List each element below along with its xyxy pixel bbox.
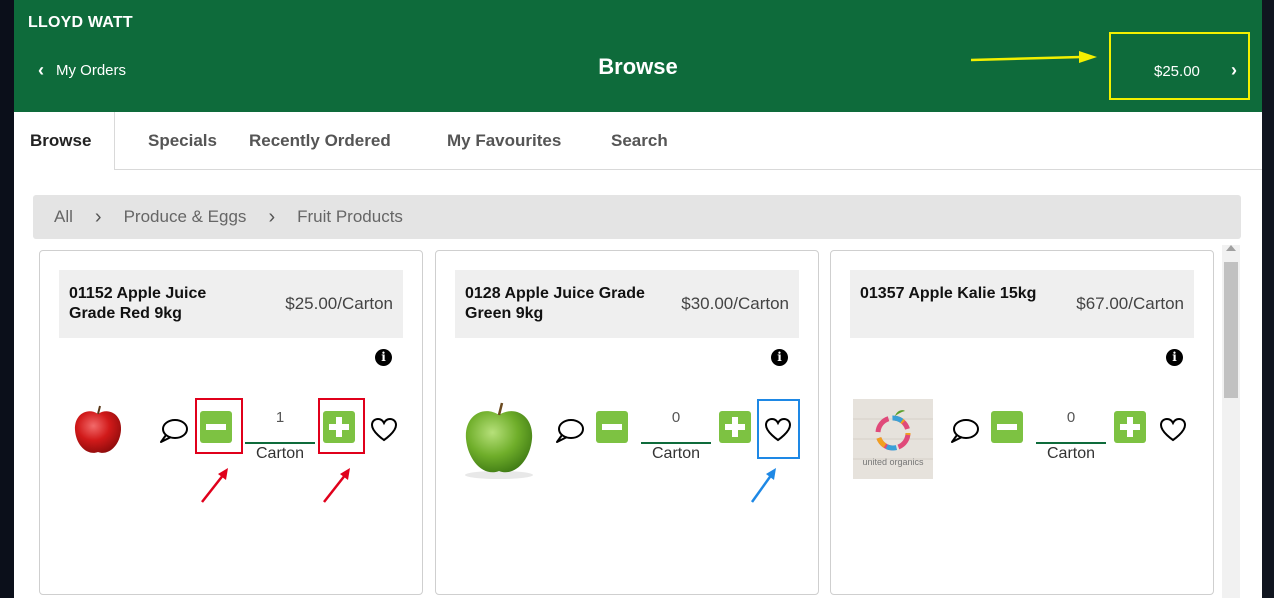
quantity-value[interactable]: 1 — [246, 409, 314, 426]
logo-text: united organics — [862, 457, 924, 467]
chevron-right-icon: › — [268, 205, 276, 228]
product-header: 01152 Apple Juice Grade Red 9kg $25.00/C… — [59, 270, 403, 338]
plus-icon-vertical — [732, 417, 738, 437]
decrease-quantity-button[interactable] — [596, 411, 628, 443]
increase-quantity-button[interactable] — [719, 411, 751, 443]
tab-bar: Browse Specials Recently Ordered My Favo… — [14, 112, 1262, 170]
quantity-unit: Carton — [1046, 445, 1096, 462]
info-icon[interactable]: i — [375, 349, 392, 366]
product-card: 01357 Apple Kalie 15kg $67.00/Carton i u… — [830, 250, 1214, 595]
tab-search[interactable]: Search — [611, 112, 668, 169]
product-image-united-organics-logo: united organics — [853, 399, 933, 479]
desktop-edge-left — [0, 0, 14, 598]
product-name: 0128 Apple Juice Grade Green 9kg — [465, 285, 645, 322]
quantity-unit: Carton — [255, 445, 305, 462]
quantity-unit: Carton — [651, 445, 701, 462]
quantity-value[interactable]: 0 — [642, 409, 710, 426]
breadcrumb-all[interactable]: All — [54, 207, 73, 227]
scrollbar-thumb[interactable] — [1224, 262, 1238, 398]
info-icon[interactable]: i — [1166, 349, 1183, 366]
plus-icon-vertical — [1127, 417, 1133, 437]
desktop-edge-right — [1262, 0, 1274, 598]
red-highlight-minus — [195, 398, 243, 454]
quantity-underline — [1036, 442, 1106, 444]
tab-specials[interactable]: Specials — [148, 112, 217, 169]
breadcrumb-produce-eggs[interactable]: Produce & Eggs — [124, 207, 247, 227]
increase-quantity-button[interactable] — [1114, 411, 1146, 443]
minus-icon — [602, 424, 622, 430]
product-price: $67.00/Carton — [1076, 294, 1184, 313]
product-image-red-apple — [74, 405, 122, 453]
chevron-right-icon: › — [94, 205, 102, 228]
quantity-value[interactable]: 0 — [1037, 409, 1105, 426]
red-arrow-annotation — [323, 468, 350, 503]
scroll-up-arrow-icon[interactable] — [1226, 245, 1236, 251]
breadcrumb-fruit-products[interactable]: Fruit Products — [297, 207, 403, 227]
heart-icon[interactable] — [1158, 417, 1188, 443]
speech-bubble-icon[interactable] — [158, 418, 188, 444]
chevron-right-icon[interactable]: › — [1231, 60, 1237, 81]
product-card: 01152 Apple Juice Grade Red 9kg $25.00/C… — [39, 250, 423, 595]
heart-icon[interactable] — [369, 417, 399, 443]
product-price: $25.00/Carton — [285, 294, 393, 313]
header-bar: LLOYD WATT ‹ My Orders Browse $25.00 › — [14, 0, 1262, 112]
tab-recently-ordered[interactable]: Recently Ordered — [249, 112, 391, 169]
minus-icon — [997, 424, 1017, 430]
quantity-underline — [245, 442, 315, 444]
product-price: $30.00/Carton — [681, 294, 789, 313]
quantity-underline — [641, 442, 711, 444]
decrease-quantity-button[interactable] — [991, 411, 1023, 443]
speech-bubble-icon[interactable] — [949, 418, 979, 444]
info-icon[interactable]: i — [771, 349, 788, 366]
speech-bubble-icon[interactable] — [554, 418, 584, 444]
product-name: 01152 Apple Juice Grade Red 9kg — [69, 285, 207, 322]
blue-arrow-annotation — [750, 468, 776, 503]
red-arrow-annotation — [201, 468, 228, 503]
cart-total[interactable]: $25.00 — [1154, 63, 1200, 80]
product-header: 0128 Apple Juice Grade Green 9kg $30.00/… — [455, 270, 799, 338]
yellow-arrow-annotation — [970, 51, 1097, 63]
product-card: 0128 Apple Juice Grade Green 9kg $30.00/… — [435, 250, 819, 595]
tab-browse[interactable]: Browse — [14, 112, 115, 170]
product-header: 01357 Apple Kalie 15kg $67.00/Carton — [850, 270, 1194, 338]
customer-name: LLOYD WATT — [28, 14, 133, 31]
product-image-green-apple — [465, 402, 533, 479]
product-name: 01357 Apple Kalie 15kg — [860, 285, 1037, 302]
breadcrumb: All › Produce & Eggs › Fruit Products — [33, 195, 1241, 239]
red-highlight-plus — [318, 398, 365, 454]
tab-my-favourites[interactable]: My Favourites — [447, 112, 561, 169]
blue-highlight-favourite — [757, 399, 800, 459]
app-window: LLOYD WATT ‹ My Orders Browse $25.00 › B… — [14, 0, 1262, 598]
